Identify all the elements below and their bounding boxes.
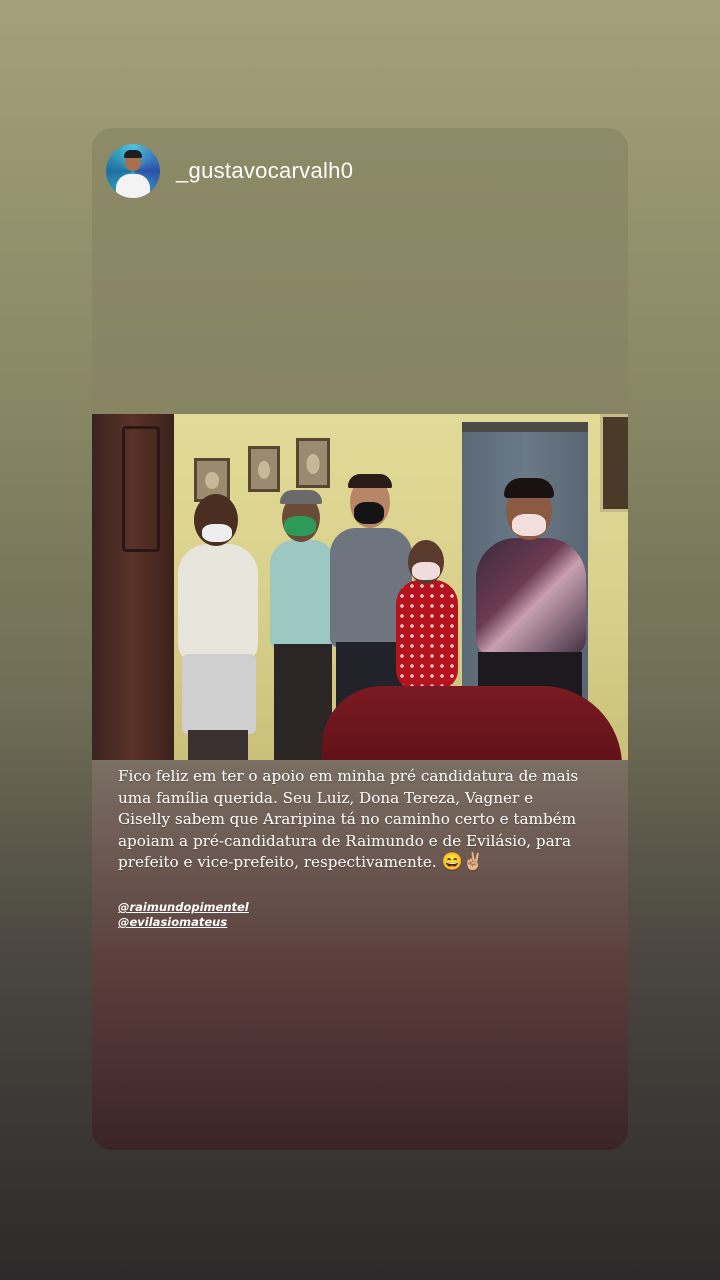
wall-portrait	[296, 438, 330, 488]
profile-avatar[interactable]	[106, 144, 160, 198]
wooden-door	[92, 414, 174, 760]
red-blanket	[322, 686, 622, 760]
person-luiz	[164, 494, 274, 760]
mention-raimundopimentel[interactable]: @raimundopimentel	[118, 900, 249, 915]
wall-portrait	[248, 446, 280, 492]
group-photo	[92, 414, 628, 760]
wall-frame	[600, 414, 628, 512]
mention-evilasiomateus[interactable]: @evilasiomateus	[118, 915, 249, 930]
story-caption: Fico feliz em ter o apoio em minha pré c…	[118, 766, 588, 874]
story-card: _gustavocarvalh0 Fico feliz em ter o apo…	[92, 128, 628, 1150]
username[interactable]: _gustavocarvalh0	[176, 158, 353, 184]
caption-text: Fico feliz em ter o apoio em minha pré c…	[118, 767, 579, 871]
caption-emojis: 😄✌🏼	[441, 852, 484, 872]
mentions: @raimundopimentel @evilasiomateus	[118, 900, 249, 930]
story-header[interactable]: _gustavocarvalh0	[106, 144, 353, 198]
